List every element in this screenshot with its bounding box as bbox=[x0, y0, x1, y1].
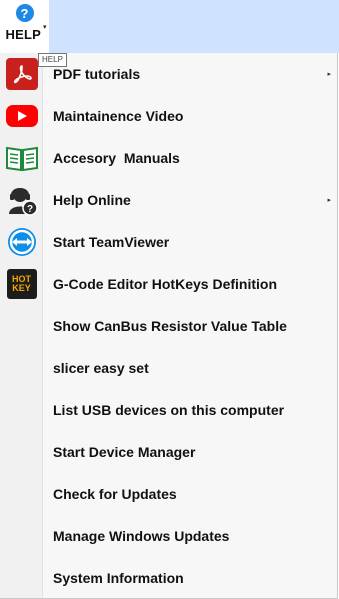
menu-item-label: Start Device Manager bbox=[53, 444, 196, 460]
menu-item-accesory-manuals[interactable]: Accesory Manuals bbox=[0, 137, 338, 179]
help-menu-screen: ? HELP ▾ PDF tutorials ▸ Maintainence Vi… bbox=[0, 0, 339, 599]
menu-item-label: Check for Updates bbox=[53, 486, 177, 502]
menu-item-help-online[interactable]: ? Help Online ▸ bbox=[0, 179, 338, 221]
chevron-down-icon: ▾ bbox=[42, 24, 47, 31]
pdf-icon bbox=[5, 58, 38, 90]
menu-item-manage-windows-updates[interactable]: Manage Windows Updates bbox=[0, 515, 338, 557]
menu-item-label: Manage Windows Updates bbox=[53, 528, 230, 544]
menu-item-label: Show CanBus Resistor Value Table bbox=[53, 318, 287, 334]
support-agent-icon: ? bbox=[8, 188, 38, 216]
menu-item-label: List USB devices on this computer bbox=[53, 402, 285, 418]
menu-item-label: slicer easy set bbox=[53, 360, 149, 376]
manual-book-icon bbox=[5, 146, 38, 172]
menu-item-label: Maintainence Video bbox=[53, 108, 184, 124]
menu-item-label: System Information bbox=[53, 570, 184, 586]
menu-item-start-teamviewer[interactable]: Start TeamViewer bbox=[0, 221, 338, 263]
menu-item-label: Start TeamViewer bbox=[53, 234, 170, 250]
help-ribbon-button[interactable]: ? HELP ▾ bbox=[0, 0, 49, 53]
svg-text:?: ? bbox=[26, 204, 32, 215]
hotkey-icon: HOT KEY bbox=[6, 269, 37, 299]
menu-item-label: Help Online bbox=[53, 192, 131, 208]
menu-item-label: PDF tutorials bbox=[53, 66, 141, 82]
help-button-label: HELP bbox=[5, 27, 41, 42]
submenu-arrow-icon: ▸ bbox=[327, 71, 331, 78]
help-tooltip: HELP bbox=[38, 53, 67, 67]
menu-item-system-information[interactable]: System Information bbox=[0, 557, 338, 599]
menu-item-maintainence-video[interactable]: Maintainence Video bbox=[0, 95, 338, 137]
help-dropdown-menu: PDF tutorials ▸ Maintainence Video Acces… bbox=[0, 53, 338, 599]
teamviewer-icon bbox=[7, 228, 36, 256]
youtube-icon bbox=[5, 105, 38, 127]
menu-item-check-for-updates[interactable]: Check for Updates bbox=[0, 473, 338, 515]
menu-item-label: G-Code Editor HotKeys Definition bbox=[53, 276, 277, 292]
menu-item-canbus-resistor-table[interactable]: Show CanBus Resistor Value Table bbox=[0, 305, 338, 347]
question-circle-icon: ? bbox=[15, 4, 34, 22]
menu-item-gcode-hotkeys[interactable]: HOT KEY G-Code Editor HotKeys Definition bbox=[0, 263, 338, 305]
submenu-arrow-icon: ▸ bbox=[327, 197, 331, 204]
ribbon-strip bbox=[49, 0, 339, 53]
menu-item-list-usb-devices[interactable]: List USB devices on this computer bbox=[0, 389, 338, 431]
menu-item-start-device-manager[interactable]: Start Device Manager bbox=[0, 431, 338, 473]
menu-item-label: Accesory Manuals bbox=[53, 150, 180, 166]
menu-item-slicer-easy-set[interactable]: slicer easy set bbox=[0, 347, 338, 389]
